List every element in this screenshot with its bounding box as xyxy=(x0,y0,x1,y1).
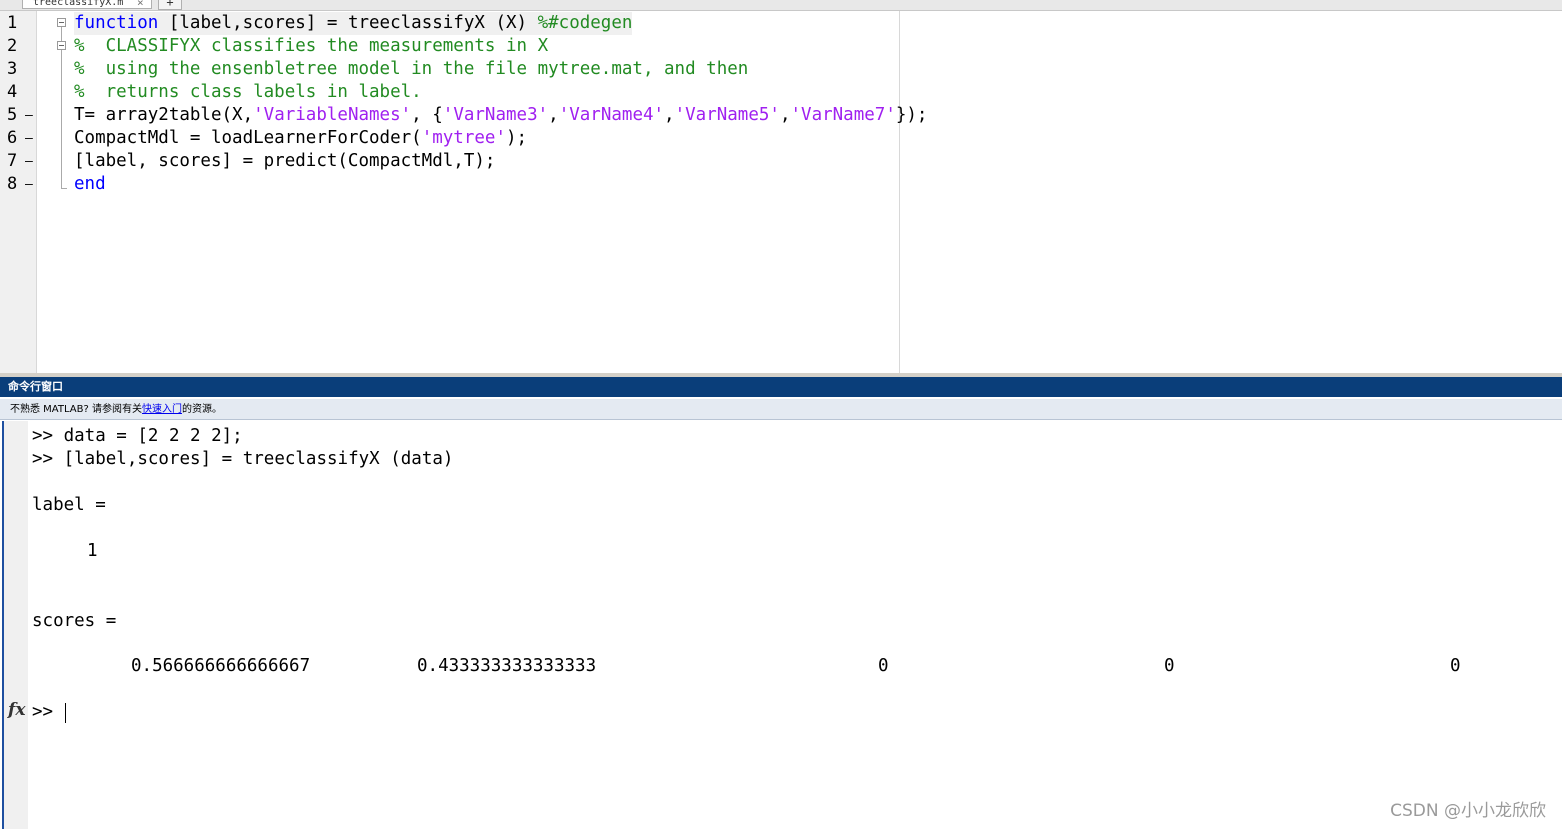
line-number: 4 xyxy=(7,82,18,102)
code-text: [label,scores] = treeclassifyX (X) xyxy=(158,13,538,33)
score-value: 0 xyxy=(878,656,889,676)
code-line-2[interactable]: % CLASSIFYX classifies the measurements … xyxy=(74,35,548,58)
text-caret xyxy=(65,703,66,723)
comment: %#codegen xyxy=(537,13,633,33)
code-line-4[interactable]: % returns class labels in label. xyxy=(74,81,422,104)
string-literal: 'VariableNames' xyxy=(253,105,412,125)
breakpoint-marker[interactable]: – xyxy=(25,173,33,196)
code-line-7[interactable]: [label, scores] = predict(CompactMdl,T); xyxy=(74,150,495,173)
close-icon[interactable]: × xyxy=(137,0,144,9)
quick-start-link[interactable]: 快速入门 xyxy=(142,404,182,415)
code-line-1[interactable]: function [label,scores] = treeclassifyX … xyxy=(74,12,633,35)
function-browser-icon[interactable]: fx xyxy=(8,700,25,720)
right-margin-line xyxy=(899,11,900,373)
command-line: >> [label,scores] = treeclassifyX (data) xyxy=(32,449,454,469)
line-number: 1 xyxy=(7,13,18,33)
fold-toggle-icon[interactable] xyxy=(57,18,66,27)
score-value: 0.566666666666667 xyxy=(131,656,311,676)
string-literal: 'VarName4' xyxy=(558,105,665,125)
code-text: T= array2table(X, xyxy=(74,105,254,125)
command-window-info-bar: 不熟悉 MATLAB? 请参阅有关快速入门的资源。 xyxy=(0,399,1562,420)
breakpoint-marker[interactable]: – xyxy=(25,150,33,173)
code-text: , xyxy=(779,105,791,125)
info-text: 不熟悉 MATLAB? 请参阅有关 xyxy=(10,404,142,415)
string-literal: 'mytree' xyxy=(421,128,506,148)
code-text: , { xyxy=(411,105,443,125)
line-number: 5 xyxy=(7,105,18,125)
code-line-6[interactable]: CompactMdl = loadLearnerForCoder('mytree… xyxy=(74,127,527,150)
output-scores-header: scores = xyxy=(32,611,117,631)
code-text: ); xyxy=(505,128,528,148)
string-literal: 'VarName7' xyxy=(790,105,896,125)
line-number: 2 xyxy=(7,36,18,56)
keyword: function xyxy=(74,13,159,33)
fold-guide-end xyxy=(61,188,67,189)
score-value: 0 xyxy=(1164,656,1175,676)
code-text: , xyxy=(664,105,675,125)
line-number: 6 xyxy=(7,128,18,148)
command-prompt[interactable]: >> xyxy=(32,701,64,724)
string-literal: 'VarName3' xyxy=(442,105,549,125)
string-literal: 'VarName5' xyxy=(674,105,780,125)
code-text: CompactMdl = loadLearnerForCoder( xyxy=(74,128,422,148)
watermark: CSDN @小小龙欣欣 xyxy=(1390,801,1546,821)
line-number: 8 xyxy=(7,174,18,194)
code-text: , xyxy=(548,105,559,125)
command-window-gutter xyxy=(2,421,28,829)
fold-guide xyxy=(61,27,62,188)
code-text: }); xyxy=(895,105,928,125)
info-text: 的资源。 xyxy=(181,404,222,415)
output-label-value: 1 xyxy=(87,541,98,561)
score-value: 0 xyxy=(1450,656,1461,676)
code-line-3[interactable]: % using the ensenbletree model in the fi… xyxy=(74,58,748,81)
command-line: >> data = [2 2 2 2]; xyxy=(32,426,243,446)
line-number: 3 xyxy=(7,59,18,79)
code-line-8[interactable]: end xyxy=(74,173,106,196)
editor-panel: treeclassifyX.m × + 1 2 3 4 5 6 7 8 – – … xyxy=(0,0,1562,373)
command-window-body[interactable] xyxy=(0,421,1562,829)
command-window-title: 命令行窗口 xyxy=(0,377,1562,397)
breakpoint-marker[interactable]: – xyxy=(25,104,33,127)
breakpoint-marker[interactable]: – xyxy=(25,127,33,150)
fold-toggle-icon[interactable] xyxy=(57,41,66,50)
code-line-5[interactable]: T= array2table(X,'VariableNames', {'VarN… xyxy=(74,104,927,127)
editor-tab-bar: treeclassifyX.m × + xyxy=(0,0,1562,11)
add-tab-button[interactable]: + xyxy=(158,0,182,10)
line-number: 7 xyxy=(7,151,18,171)
tab-treeclassifyx[interactable]: treeclassifyX.m xyxy=(22,0,152,9)
output-label-header: label = xyxy=(32,495,106,515)
score-value: 0.433333333333333 xyxy=(417,656,597,676)
